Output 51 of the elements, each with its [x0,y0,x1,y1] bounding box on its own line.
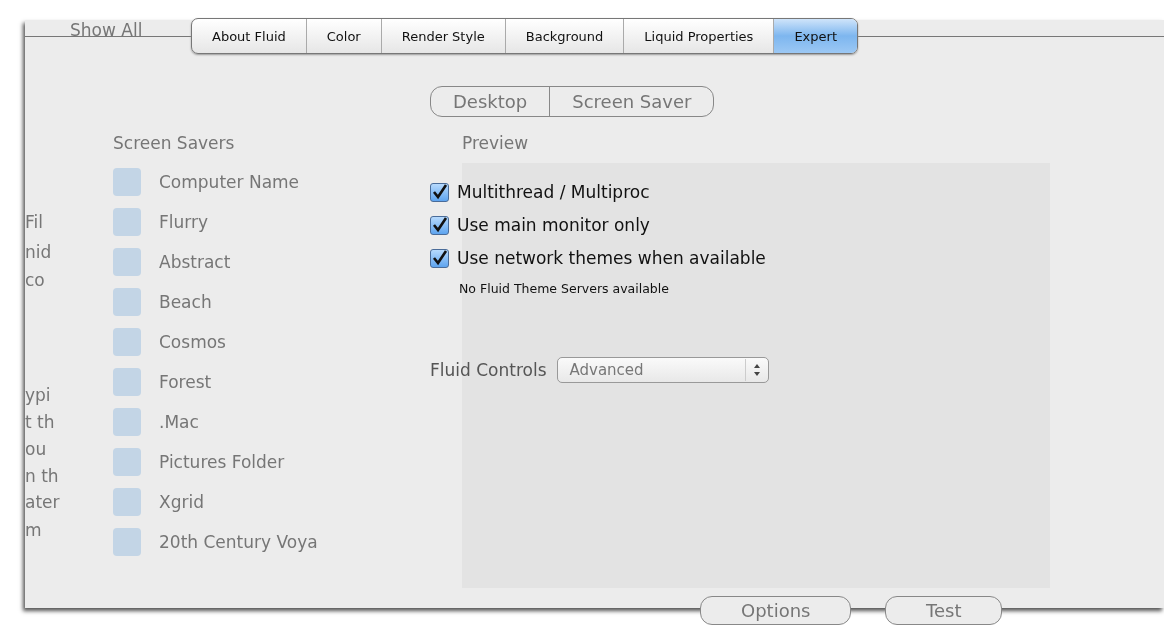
checkbox-label: Multithread / Multiproc [457,182,650,202]
saver-icon [113,248,141,276]
dialog-button[interactable]: Test [885,596,1003,625]
partial-text: t th [25,412,55,432]
checkbox[interactable] [430,182,449,202]
saver-item[interactable]: Computer Name [159,172,300,192]
partial-text: ypi [25,385,51,405]
saver-icon [113,408,141,436]
toolbar-button[interactable]: Show All [70,20,143,40]
partial-text: ater [25,492,60,512]
saver-icon [113,208,141,236]
saver-icon [113,168,141,196]
tab[interactable]: Render Style [381,19,506,53]
tab[interactable]: Expert [774,19,857,53]
fluid-controls-label: Fluid Controls [430,360,547,380]
partial-text: ou [25,439,47,459]
saver-item[interactable]: Cosmos [159,332,226,352]
saver-item[interactable]: Beach [159,292,212,312]
fluid-controls-popup[interactable]: Advanced [556,357,769,383]
saver-item[interactable]: .Mac [159,412,199,432]
checkbox[interactable] [430,215,449,235]
saver-item[interactable]: Pictures Folder [159,452,285,472]
saver-item[interactable]: Xgrid [159,492,204,512]
tab[interactable]: Color [306,19,382,53]
stepper-arrows-icon [752,363,761,377]
segment-tab[interactable]: Desktop [431,87,550,116]
checkbox[interactable] [430,248,449,268]
saver-icon [113,328,141,356]
partial-text: n th [25,466,59,486]
preview-title: Preview [462,133,529,153]
partial-text: co [25,270,45,290]
segment-tab[interactable]: Screen Saver [549,87,714,116]
saver-item[interactable]: Abstract [159,252,231,272]
saver-item[interactable]: 20th Century Voya [159,532,318,552]
partial-text: m [25,520,42,540]
checkbox-label: Use network themes when available [457,248,766,268]
tab[interactable]: About Fluid [192,19,307,53]
saver-item[interactable]: Forest [159,372,212,392]
saver-icon [113,528,141,556]
saver-item[interactable]: Flurry [159,212,209,232]
list-title: Screen Savers [113,133,235,153]
partial-text: nid [25,242,52,262]
saver-icon [113,488,141,516]
partial-text: Fil [25,212,43,232]
saver-icon [113,448,141,476]
checkbox-label: Use main monitor only [457,215,650,235]
saver-icon [113,368,141,396]
status-note: No Fluid Theme Servers available [459,281,670,296]
dialog-button[interactable]: Options [700,596,852,625]
tab[interactable]: Background [505,19,625,53]
saver-icon [113,288,141,316]
